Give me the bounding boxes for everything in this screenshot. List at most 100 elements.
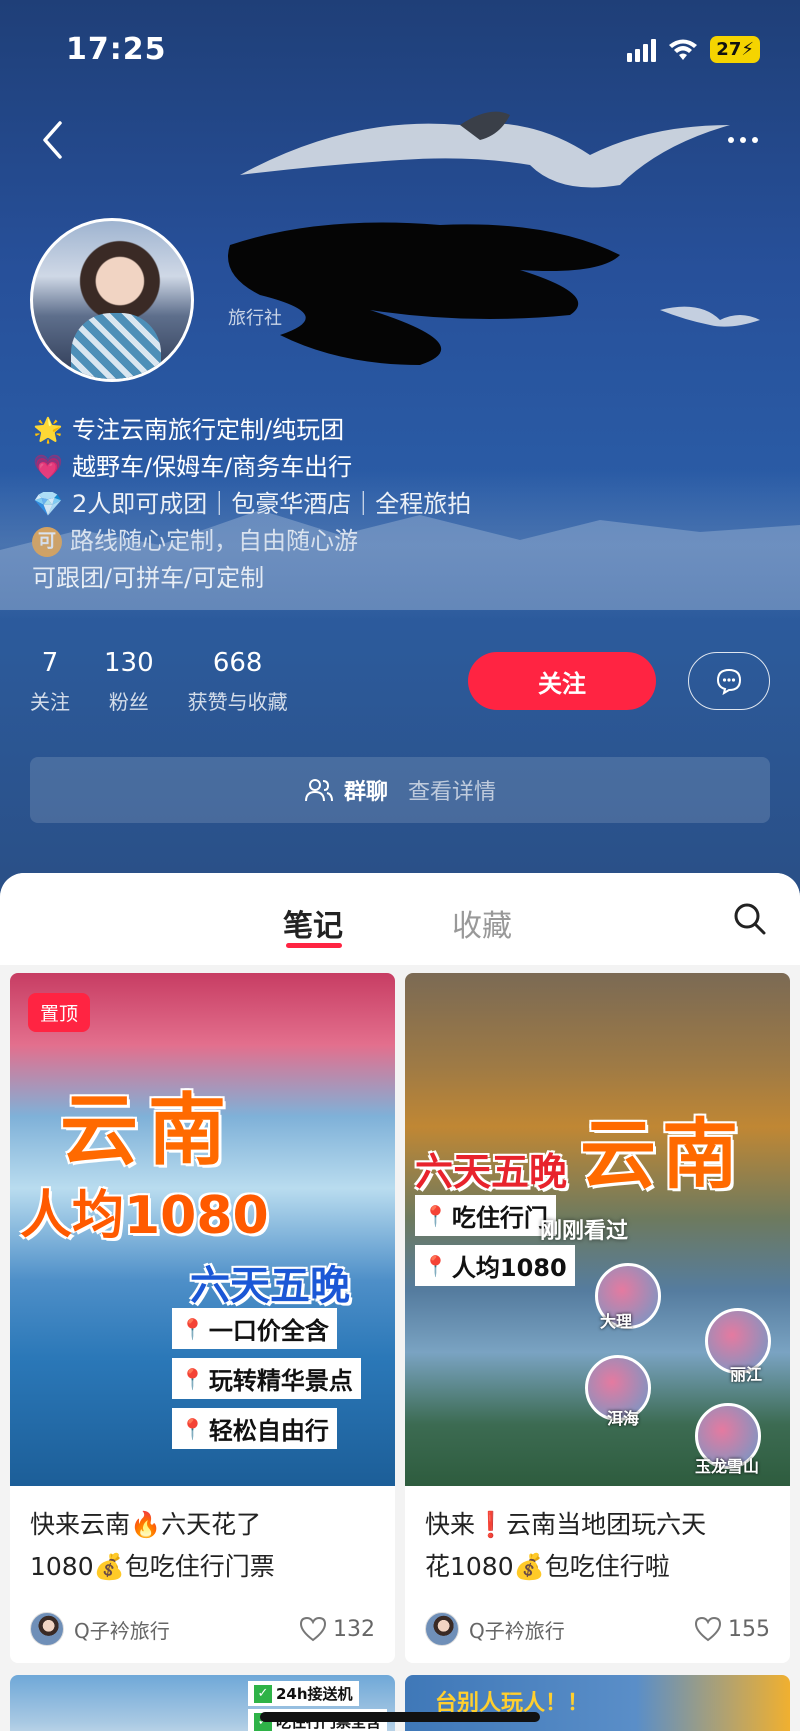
cover-bullet-text: 吃住行门 (451, 1204, 548, 1232)
cover-title: 云南 (580, 1110, 744, 1199)
cover-subtitle: 六天五晚 (415, 1150, 568, 1194)
active-tab-indicator (286, 943, 342, 948)
cover-subtitle: 六天五晚 (190, 1263, 350, 1309)
stat-following[interactable]: 7 关注 (30, 648, 70, 715)
stat-likes-collections[interactable]: 668 获赞与收藏 (188, 648, 288, 715)
follow-button[interactable]: 关注 (468, 652, 656, 710)
wifi-icon (669, 39, 698, 60)
cover-bullet-text: 轻松自由行 (208, 1417, 329, 1445)
location-pin-icon: 📍 (423, 1253, 448, 1278)
cover-bullet: 📍 一口价全含 (172, 1308, 337, 1349)
note-cover-image: ✓24h接送机 ✓吃住行门票全含 (10, 1675, 395, 1731)
like-button[interactable]: 132 (299, 1616, 375, 1642)
location-pin-icon: 📍 (423, 1203, 448, 1228)
stat-label: 获赞与收藏 (187, 690, 288, 714)
stat-number: 130 (104, 648, 154, 678)
star-icon: 🌟 (33, 416, 63, 444)
bio-text: 2人即可成团｜包豪华酒店｜全程旅拍 (72, 490, 472, 518)
cover-subtitle: 人均1080 (20, 1186, 269, 1246)
location-pin-icon: 📍 (180, 1366, 205, 1391)
like-count: 132 (333, 1616, 375, 1642)
small-bird (660, 306, 760, 327)
seagull-illustration (240, 111, 730, 188)
note-meta: Q子衿旅行 155 (405, 1612, 790, 1646)
more-dot-icon (740, 137, 746, 143)
bio-text: 越野车/保姆车/商务车出行 (72, 453, 353, 481)
note-cover-image: 云南 六天五晚 📍 吃住行门 刚刚看过 📍 人均1080 大理 丽江 洱海 玉龙雪山 (405, 973, 790, 1486)
note-title-line: 快来云南🔥六天花了 (30, 1510, 262, 1539)
cover-tag: ✓ 24h接送机 (248, 1681, 359, 1706)
status-icons: 27⚡ (627, 36, 760, 63)
search-button[interactable] (732, 901, 772, 941)
cover-bullet: 📍 玩转精华景点 (172, 1358, 361, 1399)
more-dot-icon (728, 137, 734, 143)
mountain-silhouette (0, 510, 800, 610)
message-button[interactable] (688, 652, 770, 710)
bio-line: 可 路线随心定制，自由随心游 (32, 523, 471, 560)
home-indicator[interactable] (260, 1712, 540, 1722)
content-panel: 笔记 收藏 置顶 云南 人均1080 六天五晚 📍 一口价全含 📍 玩转精华景点 📍… (0, 873, 800, 1731)
pink-heart-icon: 💗 (33, 453, 63, 481)
note-card[interactable]: 云南 六天五晚 📍 吃住行门 刚刚看过 📍 人均1080 大理 丽江 洱海 玉龙雪山… (405, 973, 790, 1663)
cover-bullet-text: 人均1080 (451, 1254, 567, 1282)
heart-icon (694, 1616, 722, 1642)
tab-notes[interactable]: 笔记 (283, 901, 343, 945)
avatar-figure (71, 313, 161, 379)
pinned-badge: 置顶 (28, 993, 91, 1032)
like-button[interactable]: 155 (694, 1616, 770, 1642)
signal-icon (627, 38, 657, 62)
note-card[interactable]: 置顶 云南 人均1080 六天五晚 📍 一口价全含 📍 玩转精华景点 📍 轻松自由行 … (10, 973, 395, 1663)
stat-followers[interactable]: 130 粉丝 (104, 648, 154, 715)
note-cover-image: 台别人玩人！！ (405, 1675, 790, 1731)
checkmark-icon: ✓ (254, 1684, 272, 1703)
back-button[interactable] (30, 115, 74, 165)
group-chat-bar[interactable]: 群聊 查看详情 (30, 757, 770, 823)
chat-bubble-icon (716, 668, 742, 695)
note-title-line: 1080💰包吃住行门票 (30, 1552, 275, 1581)
cover-bullet: 📍 吃住行门 (415, 1195, 556, 1236)
stat-label: 关注 (30, 690, 70, 714)
location-pin-icon: 📍 (180, 1416, 205, 1441)
group-chat-label: 群聊 (343, 780, 388, 805)
author-name[interactable]: Q子衿旅行 (469, 1615, 694, 1644)
note-card[interactable]: ✓24h接送机 ✓吃住行门票全含 (10, 1675, 395, 1731)
note-meta: Q子衿旅行 132 (10, 1612, 395, 1646)
stat-label: 粉丝 (108, 690, 149, 714)
location-pin-icon: 📍 (180, 1316, 205, 1341)
note-title: 快来❗云南当地团玩六天 花1080💰包吃住行啦 (405, 1486, 790, 1598)
bio-line: 💗 越野车/保姆车/商务车出行 (32, 449, 471, 486)
author-avatar[interactable] (425, 1612, 459, 1646)
author-name[interactable]: Q子衿旅行 (74, 1615, 299, 1644)
profile-header: 17:25 27⚡ 旅行社 🌟 专注云南旅行定制/纯玩团 💗 越野车/保姆车/商… (0, 0, 800, 900)
battery-icon: 27⚡ (710, 36, 760, 63)
bio-text: 专注云南旅行定制/纯玩团 (72, 416, 345, 444)
group-chat-detail: 查看详情 (408, 780, 497, 805)
stat-number: 7 (41, 648, 59, 678)
heart-icon (299, 1616, 327, 1642)
tab-collections[interactable]: 收藏 (452, 901, 512, 945)
cover-bullet-text: 一口价全含 (208, 1317, 329, 1345)
cover-tag-text: 24h接送机 (276, 1685, 353, 1703)
note-title-line: 花1080💰包吃住行啦 (425, 1552, 670, 1581)
bio-text: 路线随心定制，自由随心游 (70, 527, 358, 555)
more-dot-icon (752, 137, 758, 143)
redacted-name-scribble (228, 222, 620, 365)
group-users-icon (304, 779, 333, 802)
recently-viewed-label: 刚刚看过 (540, 1219, 629, 1244)
cover-bullet-text: 玩转精华景点 (208, 1367, 353, 1395)
profile-stats: 7 关注 130 粉丝 668 获赞与收藏 (30, 648, 322, 715)
profile-avatar[interactable] (30, 218, 194, 382)
more-options-button[interactable] (716, 122, 770, 158)
note-card[interactable]: 台别人玩人！！ (405, 1675, 790, 1731)
status-bar: 17:25 27⚡ (0, 0, 800, 100)
author-avatar[interactable] (30, 1612, 64, 1646)
place-label: 洱海 (607, 1409, 640, 1428)
status-time: 17:25 (66, 32, 167, 67)
note-cover-image: 置顶 云南 人均1080 六天五晚 📍 一口价全含 📍 玩转精华景点 📍 轻松自由行 (10, 973, 395, 1486)
like-count: 155 (728, 1616, 770, 1642)
place-label: 大理 (600, 1312, 633, 1331)
search-icon (734, 903, 766, 935)
ke-badge-icon: 可 (32, 526, 62, 557)
battery-level: 27 (716, 39, 742, 60)
place-label: 玉龙雪山 (695, 1457, 760, 1476)
